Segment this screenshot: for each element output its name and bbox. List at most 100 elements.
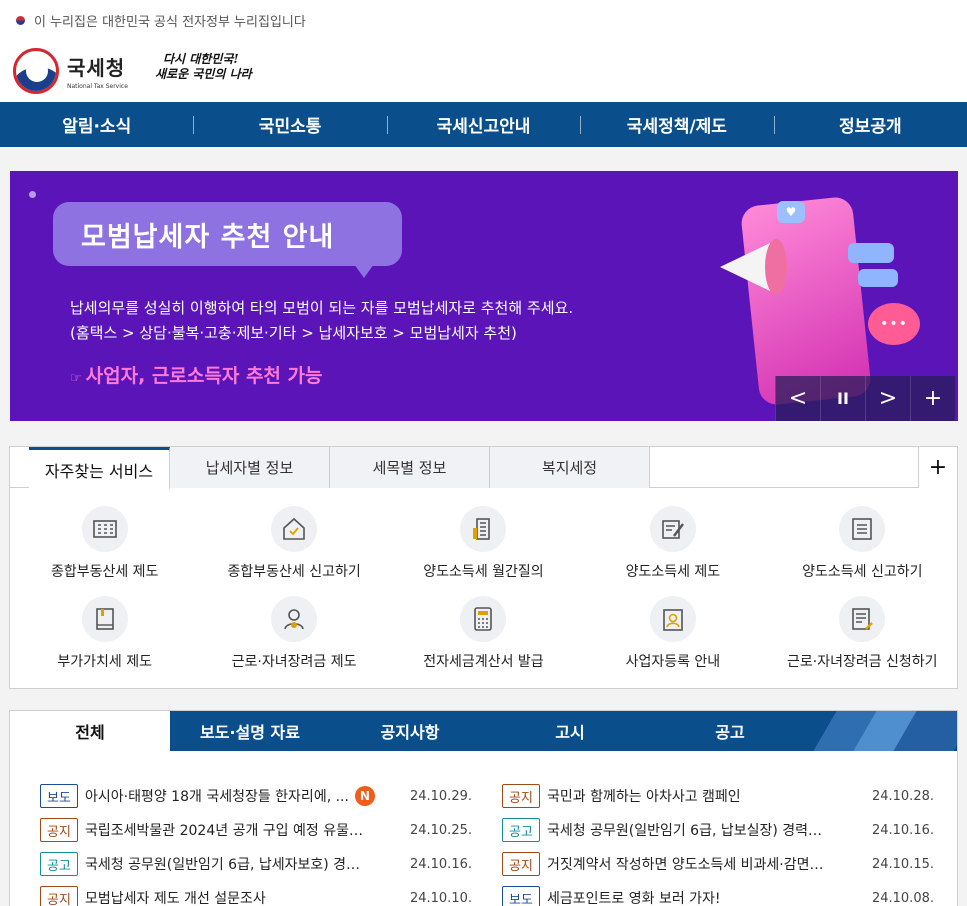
news-item[interactable]: 공지 국민과 함께하는 아차사고 캠페인 24.10.28. (472, 784, 934, 808)
gov-notice-text[interactable]: 이 누리집은 대한민국 공식 전자정부 누리집입니다 (34, 11, 306, 30)
service-item[interactable]: 부가가치세 제도 (10, 596, 199, 686)
service-item[interactable]: 전자세금계산서 발급 (389, 596, 578, 686)
tab-tax-item-info[interactable]: 세목별 정보 (330, 447, 490, 488)
more-services-button[interactable]: + (918, 447, 957, 488)
decorative-stripes (807, 711, 957, 751)
clipboard-user-icon (649, 596, 696, 642)
tab-frequent-services[interactable]: 자주찾는 서비스 (29, 447, 170, 489)
news-item[interactable]: 공지 거짓계약서 작성하면 양도소득세 비과세·감면 ... 24.10.15. (472, 852, 934, 876)
service-item[interactable]: 근로·자녀장려금 제도 (199, 596, 388, 686)
news-date: 24.10.16. (871, 822, 934, 838)
nav-item-tax-filing[interactable]: 국세신고안내 (386, 112, 580, 137)
news-row: 공지 모범납세자 제도 개선 설문조사 24.10.10. 보도 세금포인트로 영화 보… (10, 881, 957, 906)
banner-controls: < II > + (775, 376, 955, 421)
main-nav: 알림·소식 국민소통 국세신고안내 국세정책/제도 정보공개 (0, 102, 967, 147)
service-label: 사업자등록 안내 (625, 654, 721, 670)
chat-bubble-icon (858, 269, 898, 287)
news-date: 24.10.25. (409, 822, 472, 838)
tab-taxpayer-info[interactable]: 납세자별 정보 (170, 447, 330, 488)
site-header: 국세청 National Tax Service 다시 대한민국! 새로운 국민… (0, 40, 967, 102)
service-item[interactable]: 양도소득세 월간질의 (389, 506, 578, 596)
service-item[interactable]: 양도소득세 제도 (578, 506, 767, 596)
category-badge: 공고 (502, 818, 540, 842)
news-item[interactable]: 공지 국립조세박물관 2024년 공개 구입 예정 유물 ... 24.10.25. (10, 818, 472, 842)
next-slide-button[interactable]: > (865, 376, 910, 421)
tab-notice[interactable]: 공지사항 (330, 711, 490, 751)
news-row: 보도 아시아·태평양 18개 국세청장들 한자리에, ... N 24.10.29. 공… (10, 779, 957, 813)
more-banner-button[interactable]: + (910, 376, 955, 421)
service-item[interactable]: 사업자등록 안내 (578, 596, 767, 686)
news-item[interactable]: 공고 국세청 공무원(일반임기 6급, 납세자보호) 경력... 24.10.16. (10, 852, 472, 876)
news-title[interactable]: 아시아·태평양 18개 국세청장들 한자리에, ... (85, 786, 349, 806)
calculator-icon (460, 596, 507, 642)
nav-item-communication[interactable]: 국민소통 (193, 112, 386, 137)
news-date: 24.10.08. (871, 890, 934, 906)
news-tabs: 전체 보도·설명 자료 공지사항 고시 공고 (10, 711, 957, 751)
prev-slide-button[interactable]: < (775, 376, 820, 421)
service-item[interactable]: 양도소득세 신고하기 (768, 506, 957, 596)
service-label: 종합부동산세 신고하기 (227, 564, 361, 580)
service-label: 전자세금계산서 발급 (423, 654, 544, 670)
news-date: 24.10.15. (871, 856, 934, 872)
news-date: 24.10.28. (871, 788, 934, 804)
news-item[interactable]: 보도 아시아·태평양 18개 국세청장들 한자리에, ... N 24.10.29. (10, 784, 472, 808)
news-item[interactable]: 공고 국세청 공무원(일반임기 6급, 납보실장) 경력경... 24.10.16. (472, 818, 934, 842)
news-title[interactable]: 모범납세자 제도 개선 설문조사 (85, 888, 266, 906)
news-title[interactable]: 국세청 공무원(일반임기 6급, 납보실장) 경력경... (547, 820, 827, 840)
nav-item-info-disclosure[interactable]: 정보공개 (773, 112, 967, 137)
nts-logo[interactable]: 국세청 National Tax Service (13, 48, 128, 94)
service-panel: 자주찾는 서비스 납세자별 정보 세목별 정보 복지세정 + 종합부동산세 제도… (9, 446, 958, 689)
tab-all[interactable]: 전체 (10, 711, 170, 751)
service-label: 종합부동산세 제도 (50, 564, 159, 580)
news-title[interactable]: 국립조세박물관 2024년 공개 구입 예정 유물 ... (85, 820, 365, 840)
document-building-icon (460, 506, 507, 552)
new-badge: N (354, 786, 375, 806)
banner-description: 납세의무를 성실히 이행하여 타의 모범이 되는 자를 모범납세자로 추천해 주… (70, 296, 573, 346)
nav-item-news[interactable]: 알림·소식 (0, 112, 193, 137)
tab-announcement[interactable]: 고시 (490, 711, 650, 751)
banner-desc-line2: (홈택스 > 상담·불복·고충·제보·기타 > 납세자보호 > 모범납세자 추천… (70, 324, 517, 342)
news-item[interactable]: 공지 모범납세자 제도 개선 설문조사 24.10.10. (10, 886, 472, 906)
news-item[interactable]: 보도 세금포인트로 영화 보러 가자! 24.10.08. (472, 886, 934, 906)
service-item[interactable]: 종합부동산세 신고하기 (199, 506, 388, 596)
news-title[interactable]: 거짓계약서 작성하면 양도소득세 비과세·감면 ... (547, 854, 827, 874)
category-badge: 보도 (40, 784, 78, 808)
category-badge: 공고 (40, 852, 78, 876)
service-tabs: 자주찾는 서비스 납세자별 정보 세목별 정보 복지세정 + (10, 447, 957, 489)
news-panel: 전체 보도·설명 자료 공지사항 고시 공고 보도 아시아·태평양 18개 국세청… (9, 710, 958, 906)
news-title[interactable]: 세금포인트로 영화 보러 가자! (547, 888, 721, 906)
korea-flag-icon (11, 14, 29, 27)
service-label: 양도소득세 제도 (625, 564, 721, 580)
tab-welfare-tax[interactable]: 복지세정 (490, 447, 650, 488)
logo-name: 국세청 (67, 56, 126, 80)
category-badge: 공지 (40, 886, 78, 906)
tab-press-release[interactable]: 보도·설명 자료 (170, 711, 330, 751)
banner-title: 모범납세자 추천 안내 (53, 202, 402, 278)
document-edit-icon (839, 596, 886, 642)
service-item[interactable]: 종합부동산세 제도 (10, 506, 199, 596)
news-title[interactable]: 국민과 함께하는 아차사고 캠페인 (547, 786, 741, 806)
service-label: 양도소득세 월간질의 (423, 564, 544, 580)
megaphone-illustration (710, 233, 790, 301)
nav-item-tax-policy[interactable]: 국세정책/제도 (580, 112, 773, 137)
document-pen-icon (649, 506, 696, 552)
tab-public-notice[interactable]: 공고 (650, 711, 810, 751)
slogan-line2: 새로운 국민의 나라 (155, 67, 252, 81)
news-title[interactable]: 국세청 공무원(일반임기 6급, 납세자보호) 경력... (85, 854, 365, 874)
slogan: 다시 대한민국! 새로운 국민의 나라 (155, 52, 252, 82)
news-list: 보도 아시아·태평양 18개 국세청장들 한자리에, ... N 24.10.29. 공… (10, 779, 957, 906)
service-label: 근로·자녀장려금 제도 (231, 654, 357, 670)
service-item[interactable]: 근로·자녀장려금 신청하기 (768, 596, 957, 686)
pause-slide-button[interactable]: II (820, 376, 865, 421)
nts-emblem-icon (13, 48, 59, 94)
slogan-line1: 다시 대한민국! (163, 52, 239, 66)
chat-dots-icon: ••• (868, 303, 920, 345)
banner-highlight: ☞ 사업자, 근로소득자 추천 가능 (70, 361, 322, 388)
family-icon (271, 596, 318, 642)
category-badge: 공지 (502, 852, 540, 876)
promo-banner[interactable]: 모범납세자 추천 안내 납세의무를 성실히 이행하여 타의 모범이 되는 자를 … (10, 171, 958, 421)
list-document-icon (839, 506, 886, 552)
service-label: 근로·자녀장려금 신청하기 (786, 654, 938, 670)
book-icon (81, 596, 128, 642)
category-badge: 공지 (40, 818, 78, 842)
